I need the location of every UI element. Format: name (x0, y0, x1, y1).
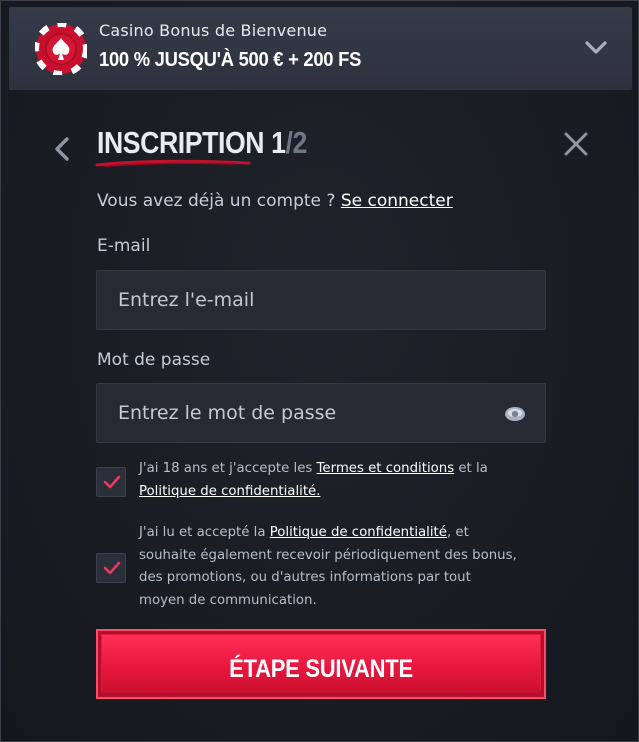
banner-title: 100 % JUSQU'À 500 € + 200 FS (99, 49, 362, 71)
step-total: /2 (285, 125, 307, 160)
marketing-consent-text: J'ai lu et accepté la Politique de confi… (139, 522, 519, 612)
next-step-button-face: ÉTAPE SUIVANTE (102, 635, 540, 693)
next-step-button[interactable]: ÉTAPE SUIVANTE (96, 629, 546, 699)
banner-subtitle: Casino Bonus de Bienvenue (99, 21, 328, 40)
terms-text-middle: et la (454, 461, 488, 476)
eye-icon[interactable] (504, 403, 526, 425)
email-field[interactable] (97, 271, 545, 329)
terms-checkbox[interactable] (96, 467, 126, 497)
terms-text-before: J'ai 18 ans et j'accepte les (139, 461, 317, 476)
page-title: INSCRIPTION 1/2 (97, 125, 307, 161)
login-prompt-text: Vous avez déjà un compte ? (97, 191, 336, 211)
terms-consent-text: J'ai 18 ans et j'accepte les Termes et c… (139, 458, 519, 503)
welcome-bonus-banner[interactable]: Casino Bonus de Bienvenue 100 % JUSQU'À … (9, 7, 632, 90)
password-label: Mot de passe (97, 350, 211, 370)
back-button[interactable] (51, 135, 73, 163)
privacy-policy-link[interactable]: Politique de confidentialité. (139, 484, 320, 499)
password-field-wrapper (96, 383, 546, 443)
title-brush-underline (95, 159, 251, 168)
login-prompt: Vous avez déjà un compte ? Se connecter (97, 191, 453, 211)
checkmark-icon (103, 475, 121, 489)
login-link[interactable]: Se connecter (341, 191, 453, 211)
checkmark-icon (103, 561, 121, 575)
close-button[interactable] (563, 131, 589, 157)
registration-panel: Casino Bonus de Bienvenue 100 % JUSQU'À … (0, 0, 639, 742)
page-title-text: INSCRIPTION (97, 125, 265, 160)
email-label: E-mail (97, 236, 151, 256)
marketing-checkbox[interactable] (96, 553, 126, 583)
terms-link[interactable]: Termes et conditions (317, 461, 455, 476)
email-field-wrapper (96, 270, 546, 330)
step-current: 1 (271, 125, 286, 160)
privacy-policy-link-2[interactable]: Politique de confidentialité (270, 525, 447, 540)
password-field[interactable] (97, 384, 545, 442)
chevron-down-icon[interactable] (584, 39, 608, 57)
next-step-button-label: ÉTAPE SUIVANTE (229, 655, 413, 683)
poker-chip-icon (35, 23, 87, 75)
marketing-text-before: J'ai lu et accepté la (139, 525, 270, 540)
